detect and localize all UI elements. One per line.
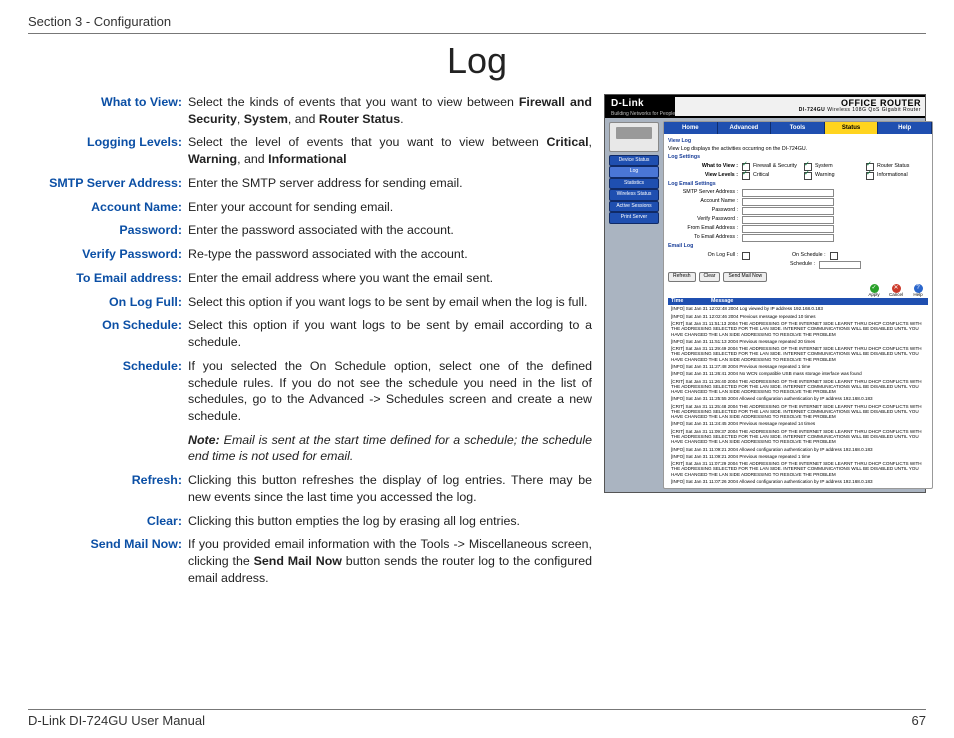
- email-log-heading: Email Log: [668, 244, 928, 250]
- value-clear: Clicking this button empties the log by …: [188, 513, 592, 530]
- value-refresh: Clicking this button refreshes the displ…: [188, 472, 592, 505]
- onlogfull-checkbox[interactable]: [742, 252, 750, 260]
- label-what-to-view: What to View:: [28, 94, 188, 127]
- les-heading: Log Email Settings: [668, 182, 928, 188]
- input-account-name-[interactable]: [742, 198, 834, 206]
- page-title: Log: [28, 40, 926, 82]
- input-from-email-address-[interactable]: [742, 225, 834, 233]
- brand-logo: D-Link: [605, 95, 675, 112]
- vl-checkbox[interactable]: [804, 172, 812, 180]
- value-onschedule: Select this option if you want logs to b…: [188, 317, 592, 350]
- label-schedule: Schedule:: [28, 358, 188, 425]
- tab-help[interactable]: Help: [878, 122, 932, 135]
- tab-tools[interactable]: Tools: [771, 122, 825, 135]
- log-entry: [INFO] Sat Jan 31 11:26:41 2004 No WCN c…: [668, 370, 928, 377]
- clear-button[interactable]: Clear: [699, 272, 721, 282]
- footer-manual: D-Link DI-724GU User Manual: [28, 713, 205, 728]
- vl-checkbox[interactable]: [866, 172, 874, 180]
- label-password: Password:: [28, 222, 188, 239]
- value-what-to-view: Select the kinds of events that you want…: [188, 94, 592, 127]
- view-log-heading: View Log: [668, 139, 928, 145]
- label-onlogfull: On Log Full:: [28, 294, 188, 311]
- router-screenshot: D-Link Building Networks for People OFFI…: [604, 94, 926, 594]
- footer-page: 67: [912, 713, 926, 728]
- tab-home[interactable]: Home: [664, 122, 718, 135]
- label-sendmail: Send Mail Now:: [28, 536, 188, 586]
- label-account: Account Name:: [28, 199, 188, 216]
- label-verify: Verify Password:: [28, 246, 188, 263]
- onlogfull-label: On Log Full :: [668, 253, 742, 259]
- onschedule-label: On Schedule :: [792, 253, 826, 259]
- sidebar-print-server[interactable]: Print Server: [609, 212, 659, 224]
- value-password: Enter the password associated with the a…: [188, 222, 592, 239]
- log-entry: [INFO] Sat Jan 31 11:09:21 2004 Previous…: [668, 453, 928, 460]
- value-smtp: Enter the SMTP server address for sendin…: [188, 175, 592, 192]
- value-toemail: Enter the email address where you want t…: [188, 270, 592, 287]
- device-image: [609, 122, 659, 152]
- tab-advanced[interactable]: Advanced: [718, 122, 772, 135]
- tab-status[interactable]: Status: [825, 122, 879, 135]
- label-clear: Clear:: [28, 513, 188, 530]
- schedule-label: Schedule :: [790, 262, 815, 268]
- log-entry: [INFO] Sat Jan 31 12:02:46 2004 Previous…: [668, 313, 928, 320]
- log-entry: [CRIT] Sat Jan 31 11:51:13 2004 THE ADDR…: [668, 320, 928, 338]
- section-header: Section 3 - Configuration: [28, 14, 926, 34]
- log-entry: [CRIT] Sat Jan 31 11:26:40 2004 THE ADDR…: [668, 378, 928, 396]
- sidebar-statistics[interactable]: Statistics: [609, 178, 659, 190]
- label-logging-levels: Logging Levels:: [28, 134, 188, 167]
- input-verify-password-[interactable]: [742, 216, 834, 224]
- log-entry: [INFO] Sat Jan 31 12:02:48 2004 Log view…: [668, 305, 928, 312]
- schedule-select[interactable]: [819, 261, 861, 269]
- log-entry: [INFO] Sat Jan 31 11:24:45 2004 Previous…: [668, 420, 928, 427]
- log-entry: [INFO] Sat Jan 31 11:51:13 2004 Previous…: [668, 338, 928, 345]
- sidebar-device-status[interactable]: Device Status: [609, 155, 659, 167]
- value-note: Note: Email is sent at the start time de…: [188, 432, 592, 465]
- sidebar-log[interactable]: Log: [609, 166, 659, 178]
- definitions-list: What to View: Select the kinds of events…: [28, 94, 592, 594]
- vl-label: View Levels :: [668, 173, 742, 179]
- sidebar-wireless-status[interactable]: Wireless Status: [609, 189, 659, 201]
- input-smtp-server-address-[interactable]: [742, 189, 834, 197]
- log-entry: [INFO] Sat Jan 31 11:25:55 2004 Allowed …: [668, 395, 928, 402]
- refresh-button[interactable]: Refresh: [668, 272, 696, 282]
- log-col-time: Time: [668, 298, 708, 306]
- onschedule-checkbox[interactable]: [830, 252, 838, 260]
- log-entry: [CRIT] Sat Jan 31 11:25:48 2004 THE ADDR…: [668, 403, 928, 421]
- log-settings-heading: Log Settings: [668, 155, 928, 161]
- log-entry: [INFO] Sat Jan 31 11:09:21 2004 Allowed …: [668, 446, 928, 453]
- label-refresh: Refresh:: [28, 472, 188, 505]
- value-sendmail: If you provided email information with t…: [188, 536, 592, 586]
- log-entry: [CRIT] Sat Jan 31 11:09:37 2004 THE ADDR…: [668, 428, 928, 446]
- label-note-spacer: [28, 432, 188, 465]
- label-smtp: SMTP Server Address:: [28, 175, 188, 192]
- log-entry: [INFO] Sat Jan 31 11:27:48 2004 Previous…: [668, 363, 928, 370]
- value-logging-levels: Select the level of events that you want…: [188, 134, 592, 167]
- value-onlogfull: Select this option if you want logs to b…: [188, 294, 592, 311]
- label-onschedule: On Schedule:: [28, 317, 188, 350]
- view-log-desc: View Log displays the activities occurri…: [668, 147, 928, 153]
- log-col-message: Message: [708, 298, 736, 306]
- log-entry: [INFO] Sat Jan 31 11:07:26 2004 Allowed …: [668, 478, 928, 485]
- value-verify: Re-type the password associated with the…: [188, 246, 592, 263]
- wtv-label: What to View :: [668, 164, 742, 170]
- vl-checkbox[interactable]: [742, 172, 750, 180]
- send-mail-now-button[interactable]: Send Mail Now: [723, 272, 767, 282]
- log-entry: [CRIT] Sat Jan 31 11:07:29 2004 THE ADDR…: [668, 460, 928, 478]
- label-toemail: To Email address:: [28, 270, 188, 287]
- sidebar-active-sessions[interactable]: Active Sessions: [609, 201, 659, 213]
- input-to-email-address-[interactable]: [742, 234, 834, 242]
- value-schedule: If you selected the On Schedule option, …: [188, 358, 592, 425]
- log-entry: [CRIT] Sat Jan 31 11:29:49 2004 THE ADDR…: [668, 345, 928, 363]
- input-password-[interactable]: [742, 207, 834, 215]
- value-account: Enter your account for sending email.: [188, 199, 592, 216]
